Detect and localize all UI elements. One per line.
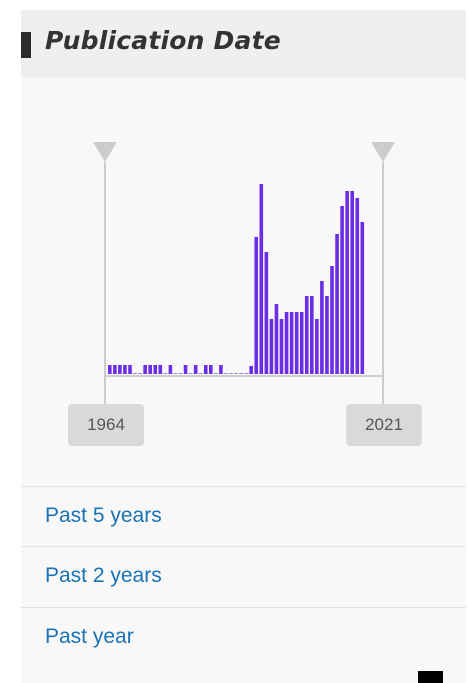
bar-2010 xyxy=(340,206,344,374)
start-year-handle[interactable]: 1964 xyxy=(68,404,144,446)
bar-1998 xyxy=(279,319,284,374)
end-year-handle[interactable]: 2021 xyxy=(346,404,422,446)
bar-1974 xyxy=(158,365,163,374)
bar-2003 xyxy=(304,296,309,374)
bar-1986 xyxy=(219,365,223,374)
bar-1966 xyxy=(118,365,122,374)
bar-2007 xyxy=(325,296,329,374)
bar-1969 xyxy=(133,373,137,374)
option-past-year-link[interactable]: Past year xyxy=(45,625,134,649)
bar-1982 xyxy=(198,373,203,374)
bar-1972 xyxy=(148,365,152,374)
bar-1991 xyxy=(244,373,248,374)
bar-1996 xyxy=(269,319,274,374)
bar-1985 xyxy=(214,373,218,374)
bar-1970 xyxy=(138,373,142,374)
bar-1978 xyxy=(178,373,183,374)
bar-1976 xyxy=(168,365,173,374)
bar-2001 xyxy=(294,312,299,374)
bar-2011 xyxy=(345,191,349,374)
start-handle-icon[interactable] xyxy=(93,142,117,162)
bar-1992 xyxy=(249,366,253,374)
bar-1987 xyxy=(224,373,228,374)
bar-2005 xyxy=(315,319,319,374)
bar-1980 xyxy=(188,373,193,374)
bar-1999 xyxy=(284,312,289,374)
bar-1995 xyxy=(264,252,269,374)
bar-2014 xyxy=(360,222,365,374)
bar-1968 xyxy=(128,365,132,374)
bar-1971 xyxy=(143,365,147,374)
bar-1981 xyxy=(193,365,198,374)
bar-1975 xyxy=(163,373,168,374)
corner-block xyxy=(418,671,443,683)
bar-2002 xyxy=(299,312,304,374)
bar-1983 xyxy=(203,365,208,374)
publication-date-filter: Publication Date 1964 2021 Past 5 years … xyxy=(21,10,466,683)
bar-2008 xyxy=(330,266,334,374)
bar-1990 xyxy=(239,373,243,374)
bar-1964 xyxy=(108,365,112,374)
bar-2004 xyxy=(310,296,314,374)
bar-1989 xyxy=(234,373,238,374)
bar-1979 xyxy=(183,365,188,374)
option-past-year[interactable]: Past year xyxy=(21,607,466,667)
bar-1984 xyxy=(209,365,213,374)
bar-2013 xyxy=(355,198,360,374)
bar-1988 xyxy=(229,373,233,374)
bar-1997 xyxy=(274,304,279,374)
bar-2009 xyxy=(335,234,339,374)
option-past-2-years-link[interactable]: Past 2 years xyxy=(45,564,162,588)
bar-2006 xyxy=(320,281,324,374)
option-past-5-years[interactable]: Past 5 years xyxy=(21,486,466,546)
bar-1993 xyxy=(254,237,259,374)
bar-2000 xyxy=(289,312,294,374)
option-past-5-years-link[interactable]: Past 5 years xyxy=(45,504,162,528)
bar-1994 xyxy=(259,184,264,374)
bar-1973 xyxy=(153,365,158,374)
bar-1977 xyxy=(173,373,178,374)
option-past-2-years[interactable]: Past 2 years xyxy=(21,546,466,606)
bar-1965 xyxy=(113,365,117,374)
bar-2012 xyxy=(350,191,354,374)
end-handle-icon[interactable] xyxy=(371,142,395,162)
bar-1967 xyxy=(123,365,127,374)
